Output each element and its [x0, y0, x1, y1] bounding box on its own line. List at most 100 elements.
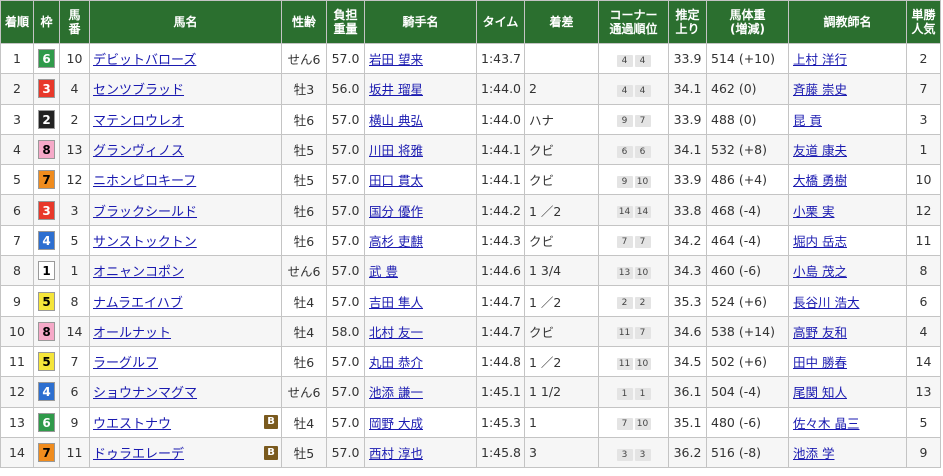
- trainer-link[interactable]: 尾関 知人: [793, 385, 847, 400]
- column-header: 枠: [33, 0, 60, 44]
- margin: ハナ: [524, 103, 599, 135]
- jockey-link[interactable]: 武 豊: [369, 264, 398, 279]
- trainer-cell: 高野 友和: [788, 315, 907, 347]
- table-row: 6 3 3 ブラックシールド 牡6 57.0 国分 優作 1:44.2 1 ／2 14 14 33.8…: [0, 194, 941, 226]
- column-header: タイム: [476, 0, 525, 44]
- jockey-link[interactable]: 池添 謙一: [369, 385, 423, 400]
- trainer-link[interactable]: 長谷川 浩大: [793, 295, 859, 310]
- trainer-link[interactable]: 友道 康夫: [793, 143, 847, 158]
- horse-name-link[interactable]: デビットバローズ: [93, 49, 196, 68]
- trainer-link[interactable]: 斉藤 崇史: [793, 82, 847, 97]
- table-row: 8 1 1 オニャンコポン せん6 57.0 武 豊 1:44.6 1 3/4 13 10 34.3 4…: [0, 255, 941, 287]
- jockey-cell: 川田 将雅: [364, 133, 477, 166]
- frame-cell: 1: [33, 255, 60, 287]
- sex-age: 牡6: [281, 103, 327, 135]
- frame-badge: 2: [38, 109, 55, 129]
- horse-name-link[interactable]: ブラックシールド: [93, 201, 197, 220]
- horse-number: 1: [59, 255, 90, 287]
- race-time: 1:44.6: [476, 255, 525, 287]
- carried-weight: 57.0: [326, 42, 365, 75]
- margin: クビ: [524, 164, 599, 196]
- column-header: 着差: [524, 0, 599, 44]
- horse-name-link[interactable]: ウエストナウ: [93, 413, 171, 432]
- jockey-link[interactable]: 高杉 吏麒: [369, 234, 423, 249]
- trainer-link[interactable]: 大橋 勇樹: [793, 173, 847, 188]
- horse-name-link[interactable]: センツブラッド: [93, 79, 184, 98]
- margin: 1 1/2: [524, 376, 599, 408]
- horse-name-link[interactable]: マテンロウレオ: [93, 110, 184, 129]
- trainer-link[interactable]: 佐々木 晶三: [793, 416, 859, 431]
- finish-rank: 6: [0, 194, 34, 226]
- frame-cell: 2: [33, 103, 60, 135]
- column-header: 騎手名: [364, 0, 477, 44]
- trainer-link[interactable]: 上村 洋行: [793, 52, 847, 67]
- horse-name-link[interactable]: グランヴィノス: [93, 140, 184, 159]
- trainer-link[interactable]: 昆 貢: [793, 113, 822, 128]
- finish-rank: 14: [0, 436, 34, 469]
- jockey-link[interactable]: 北村 友一: [369, 325, 423, 340]
- jockey-link[interactable]: 国分 優作: [369, 204, 423, 219]
- trainer-link[interactable]: 田中 勝春: [793, 355, 847, 370]
- column-header-text: コーナー: [609, 8, 658, 22]
- jockey-link[interactable]: 吉田 隼人: [369, 295, 423, 310]
- carried-weight: 57.0: [326, 345, 365, 378]
- win-popularity: 5: [906, 406, 941, 438]
- finish-rank: 1: [0, 42, 34, 75]
- table-row: 12 4 6 ショウナンマグマ せん6 57.0 池添 謙一 1:45.1 1 1/2 1 1 36.…: [0, 376, 941, 408]
- jockey-link[interactable]: 岩田 望来: [369, 52, 423, 67]
- corner-position: 13: [616, 266, 633, 279]
- frame-cell: 8: [33, 133, 60, 166]
- frame-cell: 4: [33, 224, 60, 257]
- trainer-link[interactable]: 池添 学: [793, 446, 834, 461]
- margin: クビ: [524, 315, 599, 347]
- jockey-link[interactable]: 田口 貫太: [369, 173, 423, 188]
- body-weight: 502 (+6): [706, 345, 789, 378]
- win-popularity: 6: [906, 285, 941, 317]
- trainer-cell: 池添 学: [788, 436, 907, 469]
- finish-rank: 7: [0, 224, 34, 257]
- horse-name-link[interactable]: ニホンピロキーフ: [93, 170, 196, 189]
- corner-position: 7: [634, 236, 651, 249]
- trainer-cell: 上村 洋行: [788, 42, 907, 75]
- frame-cell: 7: [33, 164, 60, 196]
- column-header: 馬番: [59, 0, 90, 44]
- table-row: 7 4 5 サンストックトン 牡6 57.0 高杉 吏麒 1:44.3 クビ 7 7 34.2 464 …: [0, 224, 941, 257]
- horse-name-link[interactable]: オールナット: [93, 322, 171, 341]
- horse-name-link[interactable]: ラーグルフ: [93, 352, 158, 371]
- jockey-link[interactable]: 川田 将雅: [369, 143, 423, 158]
- table-row: 11 5 7 ラーグルフ 牡6 57.0 丸田 恭介 1:44.8 1 ／2 11 10 34.5 50…: [0, 345, 941, 378]
- race-time: 1:44.8: [476, 345, 525, 378]
- horse-name-link[interactable]: サンストックトン: [93, 231, 197, 250]
- jockey-link[interactable]: 丸田 恭介: [369, 355, 423, 370]
- horse-name-link[interactable]: オニャンコポン: [93, 261, 184, 280]
- sex-age: せん6: [281, 376, 327, 408]
- corner-position: 1: [634, 387, 651, 400]
- frame-badge: 3: [38, 200, 55, 220]
- jockey-link[interactable]: 西村 淳也: [369, 446, 423, 461]
- trainer-link[interactable]: 高野 友和: [793, 325, 847, 340]
- frame-badge: 8: [38, 140, 55, 160]
- column-header-text: 通過順位: [609, 22, 658, 36]
- jockey-cell: 池添 謙一: [364, 376, 477, 408]
- race-time: 1:44.3: [476, 224, 525, 257]
- trainer-link[interactable]: 小島 茂之: [793, 264, 847, 279]
- frame-badge: 4: [38, 382, 55, 402]
- jockey-link[interactable]: 坂井 瑠星: [369, 82, 423, 97]
- jockey-cell: 岡野 大成: [364, 406, 477, 438]
- horse-name-link[interactable]: ショウナンマグマ: [93, 382, 197, 401]
- column-header: 性齢: [281, 0, 327, 44]
- body-weight: 486 (+4): [706, 164, 789, 196]
- jockey-link[interactable]: 横山 典弘: [369, 113, 423, 128]
- column-header-text: 性齢: [291, 15, 316, 29]
- corner-position: 4: [616, 84, 633, 97]
- trainer-link[interactable]: 小栗 実: [793, 204, 834, 219]
- trainer-link[interactable]: 堀内 岳志: [793, 234, 847, 249]
- column-header-text: 重量: [333, 22, 358, 36]
- horse-name-link[interactable]: ドゥラエレーデ: [93, 443, 184, 462]
- race-time: 1:44.1: [476, 164, 525, 196]
- frame-cell: 5: [33, 285, 60, 317]
- sex-age: 牡4: [281, 315, 327, 347]
- horse-name-link[interactable]: ナムラエイハブ: [93, 292, 183, 311]
- sex-age: 牡4: [281, 406, 327, 438]
- jockey-link[interactable]: 岡野 大成: [369, 416, 423, 431]
